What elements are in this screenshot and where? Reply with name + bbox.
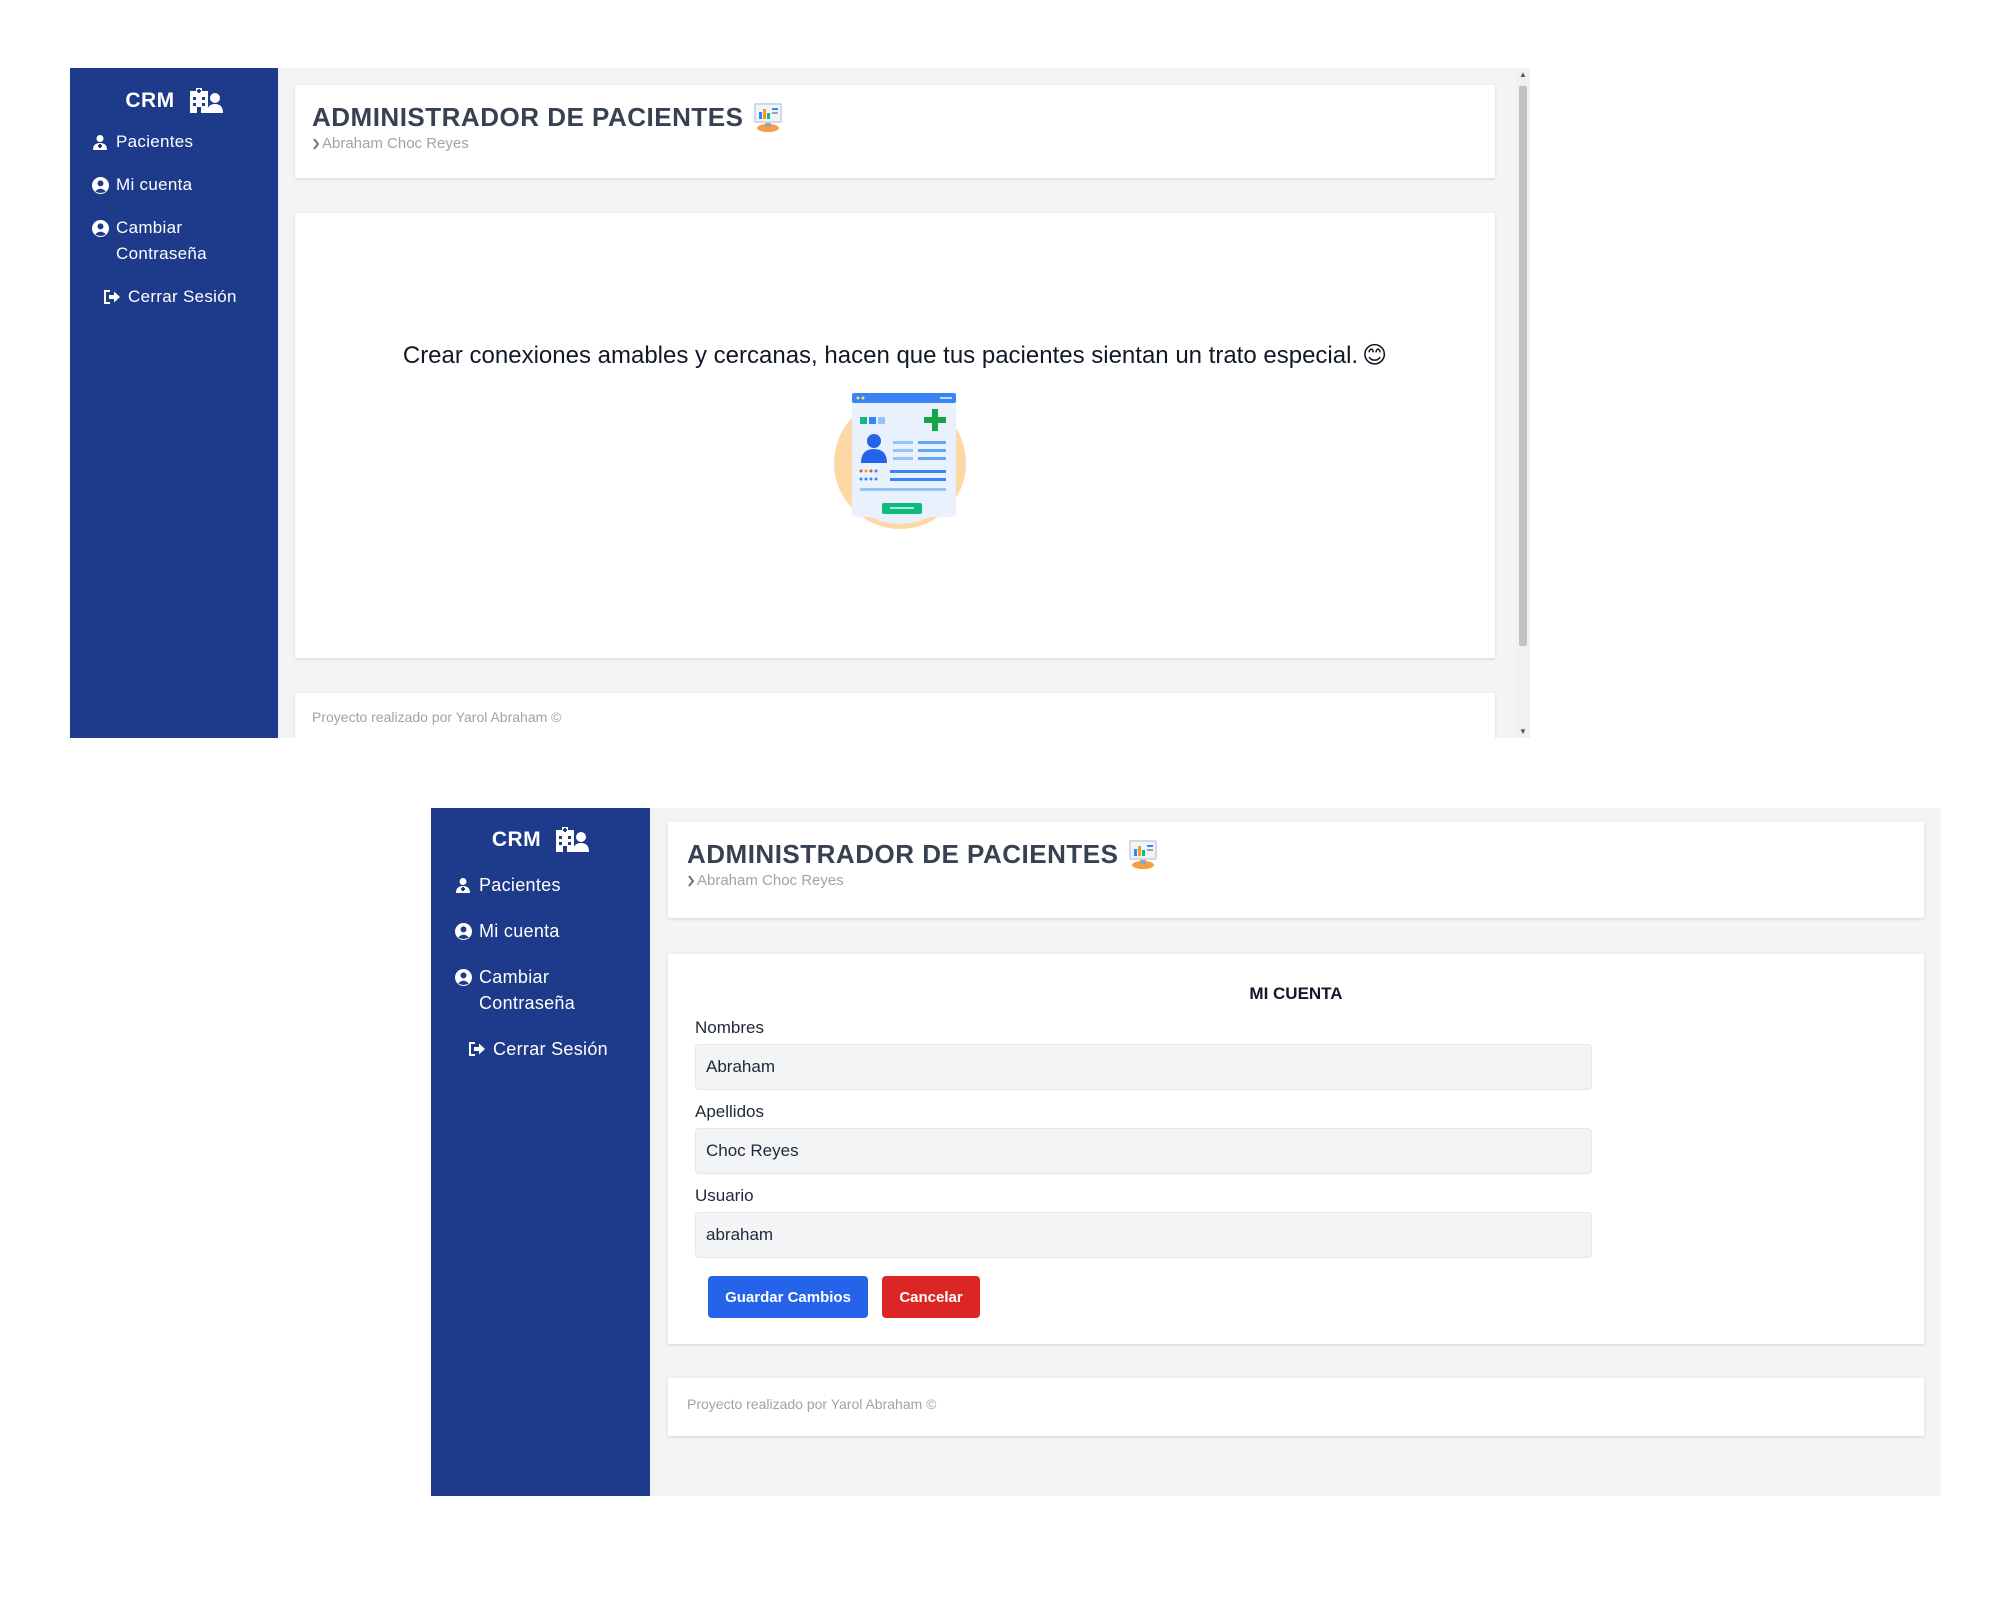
sign-out-icon [104, 284, 122, 310]
sidebar-item-label: Pacientes [116, 132, 194, 151]
vertical-scrollbar[interactable]: ▲ ▼ [1516, 68, 1530, 738]
account-form-card: MI CUENTA Nombres Apellidos Usuario Guar… [668, 954, 1924, 1344]
footer-text: Proyecto realizado por Yarol Abraham © [687, 1396, 937, 1412]
dashboard-content: Crear conexiones amables y cercanas, hac… [295, 213, 1495, 658]
usuario-label: Usuario [695, 1186, 754, 1205]
chevron-right-icon [313, 137, 320, 150]
nombres-input[interactable] [695, 1044, 1592, 1090]
apellidos-input[interactable] [695, 1128, 1592, 1174]
slogan-text: Crear conexiones amables y cercanas, hac… [402, 341, 1359, 369]
sidebar-item-label: Mi cuenta [116, 175, 193, 194]
hospital-user-icon [189, 88, 223, 113]
account-screenshot: CRM Pacientes Mi cuenta Cambiar Contrase… [431, 808, 1941, 1496]
page-title-row: ADMINISTRADOR DE PACIENTES [312, 101, 1478, 133]
user-doctor-icon [92, 129, 110, 155]
user-circle-icon [92, 215, 110, 241]
scrollbar-thumb[interactable] [1519, 86, 1527, 646]
page-title: ADMINISTRADOR DE PACIENTES [312, 101, 744, 132]
sidebar-item-mi-cuenta[interactable]: Mi cuenta [70, 168, 278, 202]
sidebar: CRM Pacientes Mi cuenta Cambiar Contrase… [431, 808, 650, 1496]
user-circle-icon [455, 918, 473, 944]
form-actions: Guardar Cambios Cancelar [708, 1276, 1924, 1318]
sidebar-item-label: Cerrar Sesión [493, 1039, 608, 1059]
save-button[interactable]: Guardar Cambios [708, 1276, 868, 1318]
sign-out-icon [469, 1036, 487, 1062]
scroll-down-icon[interactable]: ▼ [1516, 727, 1530, 736]
user-doctor-icon [455, 872, 473, 898]
footer-text: Proyecto realizado por Yarol Abraham © [312, 709, 562, 725]
form-fields: Nombres Apellidos Usuario [668, 1018, 1924, 1258]
brand[interactable]: CRM [431, 824, 650, 856]
sidebar-item-mi-cuenta[interactable]: Mi cuenta [431, 914, 650, 948]
smile-emoji: 😊 [1362, 342, 1388, 369]
sidebar-item-label: Mi cuenta [479, 921, 560, 941]
sidebar-item-label: Cambiar Contraseña [116, 218, 207, 263]
sidebar-item-pacientes[interactable]: Pacientes [70, 125, 278, 159]
user-circle-icon [92, 172, 110, 198]
nombres-label: Nombres [695, 1018, 764, 1037]
brand-text: CRM [125, 89, 175, 112]
breadcrumb[interactable]: Abraham Choc Reyes [312, 135, 1478, 152]
sidebar-item-pacientes[interactable]: Pacientes [431, 868, 650, 902]
page-header: ADMINISTRADOR DE PACIENTES Abraham Choc … [668, 822, 1924, 918]
breadcrumb[interactable]: Abraham Choc Reyes [687, 872, 1905, 889]
sidebar: CRM Pacientes Mi cuenta Cambiar Contrase… [70, 68, 278, 738]
sidebar-item-label: Cerrar Sesión [128, 287, 237, 306]
breadcrumb-user: Abraham Choc Reyes [322, 135, 469, 152]
scroll-up-icon[interactable]: ▲ [1516, 70, 1530, 79]
sidebar-item-cambiar-contrasena[interactable]: Cambiar Contraseña [70, 211, 278, 271]
page-title-row: ADMINISTRADOR DE PACIENTES [687, 838, 1905, 870]
page-title: ADMINISTRADOR DE PACIENTES [687, 838, 1119, 869]
page-header: ADMINISTRADOR DE PACIENTES Abraham Choc … [295, 85, 1495, 178]
slogan-row: Crear conexiones amables y cercanas, hac… [295, 341, 1495, 370]
dashboard-screenshot: CRM Pacientes Mi cuenta Cambiar Contrase… [70, 68, 1530, 738]
cancel-button[interactable]: Cancelar [882, 1276, 980, 1318]
form-title: MI CUENTA [1249, 984, 1343, 1003]
sidebar-item-cerrar-sesion[interactable]: Cerrar Sesión [70, 280, 278, 314]
usuario-input[interactable] [695, 1212, 1592, 1258]
sidebar-item-cambiar-contrasena[interactable]: Cambiar Contraseña [431, 960, 650, 1020]
breadcrumb-user: Abraham Choc Reyes [697, 872, 844, 889]
patient-record-illustration [834, 393, 966, 529]
brand-text: CRM [491, 828, 542, 851]
apellidos-label: Apellidos [695, 1102, 764, 1121]
user-circle-icon [455, 964, 473, 990]
dashboard-monitor-icon [1129, 840, 1158, 869]
dashboard-monitor-icon [754, 103, 783, 132]
chevron-right-icon [688, 874, 695, 887]
page-footer: Proyecto realizado por Yarol Abraham © [668, 1378, 1924, 1436]
sidebar-item-label: Pacientes [479, 875, 561, 895]
hospital-user-icon [556, 827, 590, 852]
sidebar-item-label: Cambiar Contraseña [479, 967, 576, 1013]
sidebar-item-cerrar-sesion[interactable]: Cerrar Sesión [431, 1032, 650, 1066]
brand[interactable]: CRM [70, 86, 278, 116]
page-footer: Proyecto realizado por Yarol Abraham © [295, 693, 1495, 738]
